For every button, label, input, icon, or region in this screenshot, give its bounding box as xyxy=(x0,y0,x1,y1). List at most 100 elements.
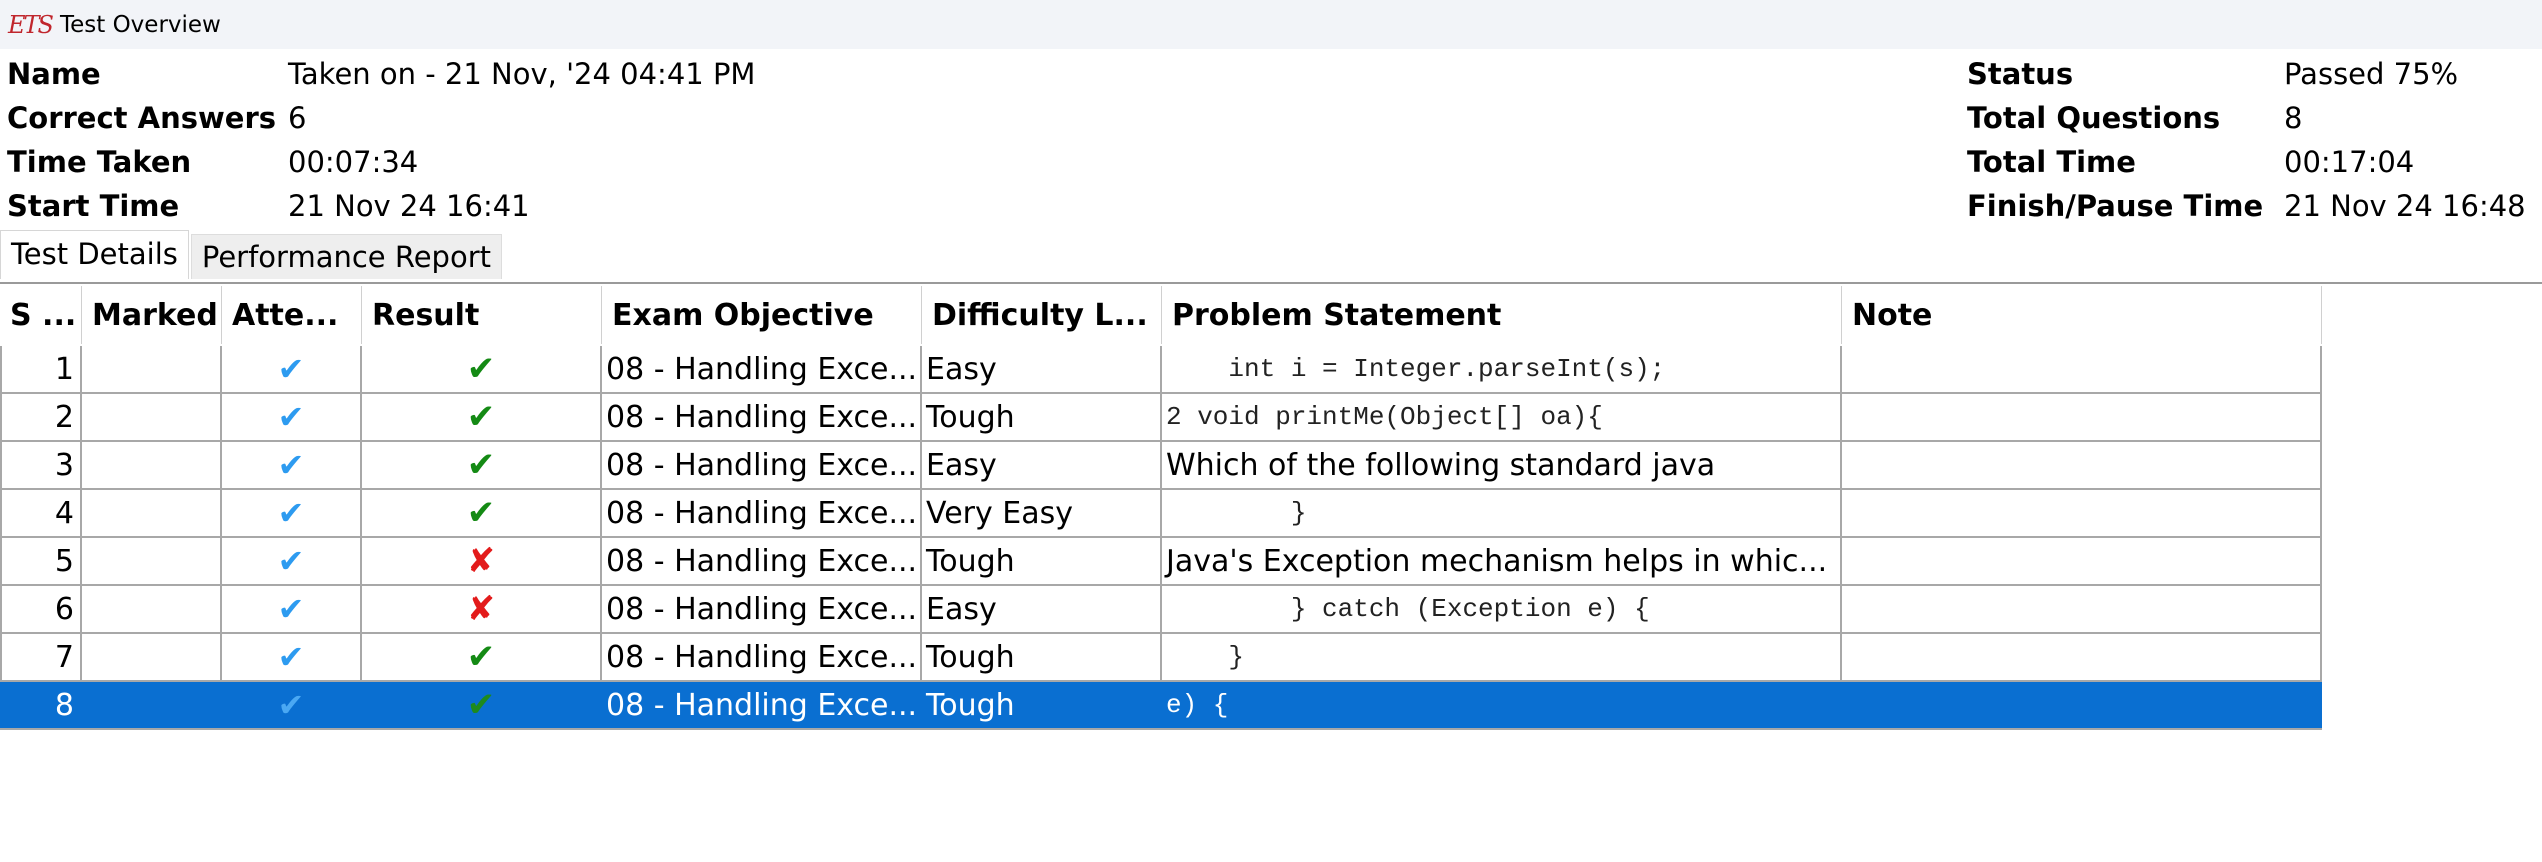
marked-cell xyxy=(82,538,222,584)
problem-statement-cell: } xyxy=(1162,634,1842,680)
problem-statement-cell: e) { xyxy=(1166,690,1229,720)
result-cell: ✔ xyxy=(362,394,602,440)
difficulty-cell: Tough xyxy=(922,538,1162,584)
exam-objective-cell: 08 - Handling Exce... xyxy=(602,394,922,440)
finish-time-value: 21 Nov 24 16:48 xyxy=(2284,189,2526,223)
tab-performance-report[interactable]: Performance Report xyxy=(190,234,502,279)
note-cell xyxy=(1842,682,2322,728)
col-header-note[interactable]: Note xyxy=(1842,286,2322,344)
correct-check-icon: ✔ xyxy=(466,445,496,485)
exam-objective-cell: 08 - Handling Exce... xyxy=(606,495,918,531)
total-questions-label: Total Questions xyxy=(1967,101,2221,135)
attempted-check-icon: ✔ xyxy=(277,398,305,436)
problem-statement-cell: Which of the following standard java xyxy=(1166,447,1716,483)
name-value: Taken on - 21 Nov, '24 04:41 PM xyxy=(288,57,756,91)
attempted-check-icon: ✔ xyxy=(277,494,305,532)
problem-statement-cell: } xyxy=(1162,490,1842,536)
window-titlebar: ETS Test Overview xyxy=(0,0,2542,49)
exam-objective-cell: 08 - Handling Exce... xyxy=(602,442,922,488)
exam-objective-cell: 08 - Handling Exce... xyxy=(602,634,922,680)
correct-check-icon: ✔ xyxy=(466,685,496,725)
difficulty-cell: Very Easy xyxy=(926,495,1073,531)
difficulty-cell: Easy xyxy=(922,346,1162,392)
note-cell xyxy=(1842,442,2322,488)
serial-cell: 8 xyxy=(54,687,74,723)
table-row[interactable]: 2 ✔ ✔ 08 - Handling Exce... Tough 2 void prin… xyxy=(0,394,2322,442)
exam-objective-cell: 08 - Handling Exce... xyxy=(606,447,918,483)
note-cell xyxy=(1842,634,2322,680)
exam-objective-cell: 08 - Handling Exce... xyxy=(602,346,922,392)
difficulty-cell: Tough xyxy=(922,682,1162,728)
marked-cell xyxy=(82,490,222,536)
attempted-check-cell: ✔ xyxy=(222,394,362,440)
attempted-check-cell: ✔ xyxy=(222,634,362,680)
note-cell xyxy=(1842,538,2322,584)
ets-logo-icon: ETS xyxy=(8,10,54,39)
wrong-cross-icon: ✘ xyxy=(466,541,496,581)
tab-test-details[interactable]: Test Details xyxy=(0,230,189,279)
problem-statement-cell: Which of the following standard java xyxy=(1162,442,1842,488)
attempted-check-cell: ✔ xyxy=(222,586,362,632)
problem-statement-cell: Java's Exception mechanism helps in whic… xyxy=(1166,543,1828,579)
difficulty-cell: Very Easy xyxy=(922,490,1162,536)
col-header-marked[interactable]: Marked xyxy=(82,286,222,344)
attempted-check-cell: ✔ xyxy=(222,538,362,584)
exam-objective-cell: 08 - Handling Exce... xyxy=(602,538,922,584)
correct-check-icon: ✔ xyxy=(466,397,496,437)
note-cell xyxy=(1842,490,2322,536)
result-cell: ✔ xyxy=(362,682,602,728)
summary-row-4: Start Time 21 Nov 24 16:41 Finish/Pause … xyxy=(0,184,2542,228)
table-row[interactable]: 6 ✔ ✘ 08 - Handling Exce... Easy } catch (Ex… xyxy=(0,586,2322,634)
table-row[interactable]: 1 ✔ ✔ 08 - Handling Exce... Easy int i = Int… xyxy=(0,346,2322,394)
serial-cell: 3 xyxy=(54,447,74,483)
col-header-serial[interactable]: S ... xyxy=(0,286,82,344)
col-header-problem-statement[interactable]: Problem Statement xyxy=(1162,286,1842,344)
marked-cell xyxy=(82,346,222,392)
correct-check-icon: ✔ xyxy=(466,349,496,389)
result-cell: ✘ xyxy=(362,586,602,632)
exam-objective-cell: 08 - Handling Exce... xyxy=(606,543,918,579)
correct-check-icon: ✔ xyxy=(466,637,496,677)
result-cell: ✔ xyxy=(362,490,602,536)
col-header-difficulty[interactable]: Difficulty L... xyxy=(922,286,1162,344)
problem-statement-cell: e) { xyxy=(1162,682,1842,728)
time-taken-value: 00:07:34 xyxy=(288,145,419,179)
summary-panel: Name Taken on - 21 Nov, '24 04:41 PM Sta… xyxy=(0,52,2542,228)
problem-statement-cell: } xyxy=(1166,642,1245,672)
difficulty-cell: Easy xyxy=(922,586,1162,632)
problem-statement-cell: } catch (Exception e) { xyxy=(1162,586,1842,632)
serial-cell: 4 xyxy=(0,490,82,536)
col-header-attempted[interactable]: Atte... xyxy=(222,286,362,344)
problem-statement-cell: } catch (Exception e) { xyxy=(1166,594,1650,624)
name-label: Name xyxy=(7,57,101,91)
serial-cell: 2 xyxy=(54,399,74,435)
col-header-result[interactable]: Result xyxy=(362,286,602,344)
exam-objective-cell: 08 - Handling Exce... xyxy=(606,687,918,723)
serial-cell: 4 xyxy=(54,495,74,531)
table-row[interactable]: 8 ✔ ✔ 08 - Handling Exce... Tough e) { xyxy=(0,682,2322,730)
problem-statement-cell: 2 void printMe(Object[] oa){ xyxy=(1162,394,1842,440)
attempted-check-icon: ✔ xyxy=(277,542,305,580)
table-row[interactable]: 5 ✔ ✘ 08 - Handling Exce... Tough Java's Exce… xyxy=(0,538,2322,586)
results-table: S ... Marked Atte... Result Exam Objecti… xyxy=(0,282,2542,862)
exam-objective-cell: 08 - Handling Exce... xyxy=(606,399,918,435)
attempted-check-icon: ✔ xyxy=(277,350,305,388)
table-row[interactable]: 3 ✔ ✔ 08 - Handling Exce... Easy Which of the… xyxy=(0,442,2322,490)
serial-cell: 3 xyxy=(0,442,82,488)
exam-objective-cell: 08 - Handling Exce... xyxy=(606,591,918,627)
attempted-check-cell: ✔ xyxy=(222,682,362,728)
table-row[interactable]: 4 ✔ ✔ 08 - Handling Exce... Very Easy } xyxy=(0,490,2322,538)
attempted-check-cell: ✔ xyxy=(222,442,362,488)
exam-objective-cell: 08 - Handling Exce... xyxy=(606,351,918,387)
difficulty-cell: Easy xyxy=(926,447,997,483)
correct-check-icon: ✔ xyxy=(466,493,496,533)
exam-objective-cell: 08 - Handling Exce... xyxy=(602,490,922,536)
difficulty-cell: Tough xyxy=(926,399,1015,435)
difficulty-cell: Tough xyxy=(926,639,1015,675)
serial-cell: 1 xyxy=(54,351,74,387)
finish-time-label: Finish/Pause Time xyxy=(1967,189,2264,223)
col-header-exam-objective[interactable]: Exam Objective xyxy=(602,286,922,344)
attempted-check-icon: ✔ xyxy=(277,590,305,628)
marked-cell xyxy=(82,634,222,680)
table-row[interactable]: 7 ✔ ✔ 08 - Handling Exce... Tough } xyxy=(0,634,2322,682)
